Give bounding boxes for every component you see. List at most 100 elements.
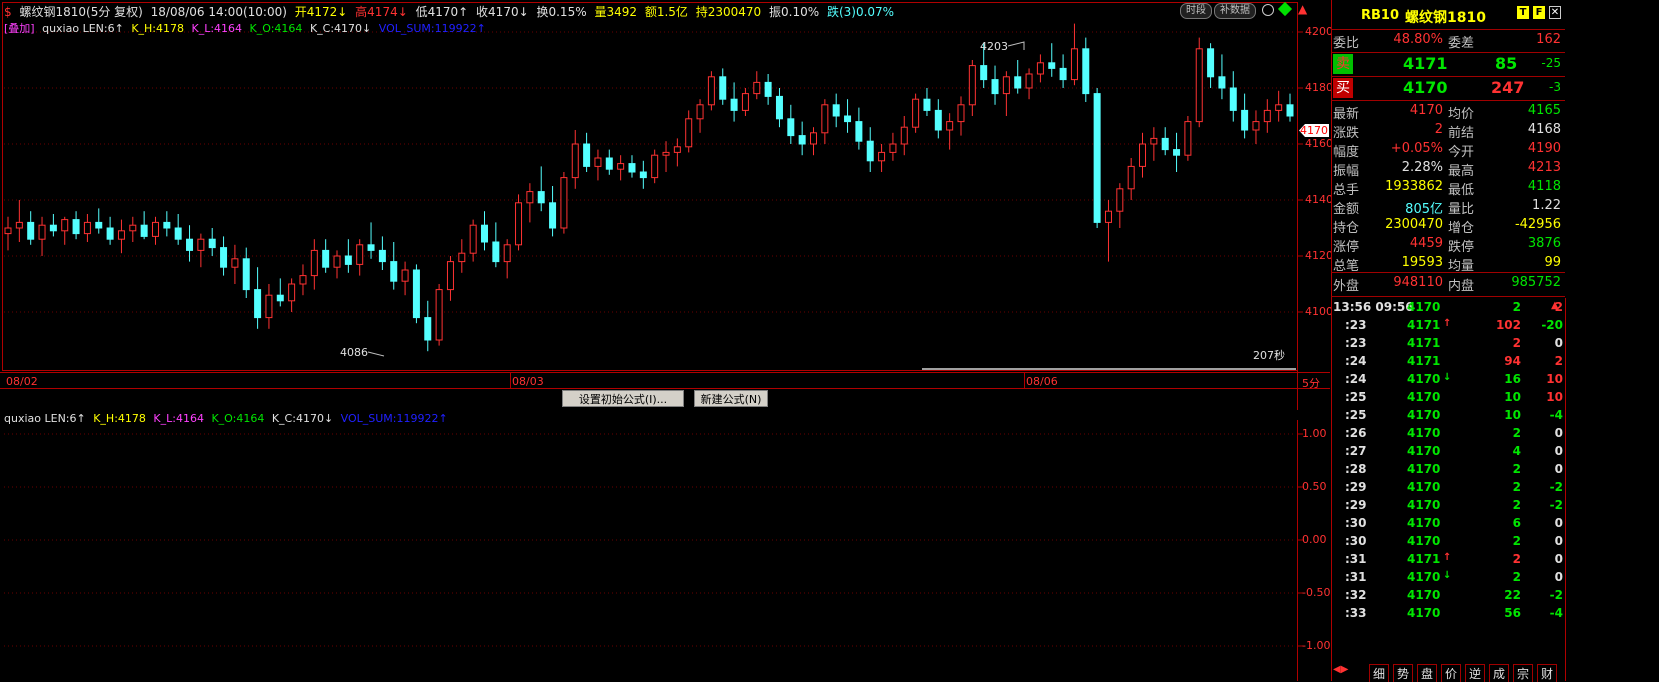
tab-scroll-arrows-icon[interactable]: ◀▶ xyxy=(1333,664,1348,675)
tick-delta: 2 xyxy=(1554,354,1563,368)
tick-delta: 0 xyxy=(1554,336,1563,350)
bar-countdown: 207秒 xyxy=(1253,349,1285,362)
candle-body xyxy=(1229,87,1237,111)
tick-delta: 0 xyxy=(1554,552,1563,566)
stat-value: 19593 xyxy=(1401,255,1443,270)
tick-row: :25 4170 10 10 xyxy=(1331,390,1565,408)
tick-time: :28 xyxy=(1345,462,1367,476)
tick-row: :30 4170 2 0 xyxy=(1331,534,1565,552)
symbol-title: 螺纹钢1810(5分 复权) xyxy=(19,5,143,19)
close-icon[interactable]: ✕ xyxy=(1549,6,1561,19)
bar-change: 跌(3)0.07% xyxy=(826,5,895,19)
init-formula-button[interactable]: 设置初始公式(I)... xyxy=(562,390,684,407)
candle-body xyxy=(412,269,420,319)
bottom-tab[interactable]: 成 xyxy=(1489,664,1510,682)
candle-body xyxy=(117,230,125,240)
t-icon[interactable]: T xyxy=(1517,6,1529,19)
new-formula-button[interactable]: 新建公式(N) xyxy=(694,390,768,407)
overlay-tag[interactable]: [叠加] xyxy=(4,22,35,35)
stat-label: 最低 xyxy=(1448,183,1475,198)
bottom-tab[interactable]: 价 xyxy=(1441,664,1462,682)
candle-body xyxy=(1070,48,1078,81)
candlestick-chart[interactable] xyxy=(0,0,1330,410)
candle-body xyxy=(651,154,659,179)
bottom-tab[interactable]: 势 xyxy=(1393,664,1414,682)
candle-body xyxy=(220,247,228,268)
tick-time: :31 xyxy=(1345,552,1367,566)
bottom-tab[interactable]: 细 xyxy=(1369,664,1390,682)
stat-value: 3876 xyxy=(1527,236,1561,251)
tick-arrow: ↑ xyxy=(1443,552,1452,563)
supplement-data-button[interactable]: 补数据 xyxy=(1214,3,1256,19)
dollar-icon: $ xyxy=(4,5,12,19)
tick-row: :23 4171 2 0 xyxy=(1331,336,1565,354)
candle-body xyxy=(140,224,148,237)
tick-volume: 2 xyxy=(1512,480,1521,494)
timeshare-button[interactable]: 时段 xyxy=(1180,3,1212,19)
stat-label: 均价 xyxy=(1448,107,1475,122)
stat-label: 跌停 xyxy=(1448,240,1475,255)
settings-gear-icon[interactable] xyxy=(1262,4,1274,16)
candle-body xyxy=(276,294,284,302)
candle-body xyxy=(662,151,670,156)
candle-body xyxy=(1139,143,1147,167)
candle-body xyxy=(1025,73,1033,89)
period-label[interactable]: 5分 xyxy=(1302,375,1320,391)
candle-body xyxy=(333,255,341,268)
candle-body xyxy=(594,157,602,167)
candle-body xyxy=(707,76,715,106)
f-icon[interactable]: F xyxy=(1533,6,1545,19)
stat-value: 1.22 xyxy=(1532,198,1561,213)
bar-low: 低4170↑ xyxy=(415,5,469,19)
arrow-up-icon[interactable]: ▲ xyxy=(1298,2,1307,16)
candle-body xyxy=(480,224,488,243)
stat-value: 2300470 xyxy=(1385,217,1443,232)
bottom-tab[interactable]: 盘 xyxy=(1417,664,1438,682)
candle-body xyxy=(186,238,194,251)
candle-body xyxy=(1173,149,1181,156)
contract-name: 螺纹钢1810 xyxy=(1405,10,1486,26)
candle-body xyxy=(1195,48,1203,123)
sub-axis-label: 0.00 xyxy=(1302,533,1327,546)
candle-body xyxy=(775,95,783,120)
bottom-tab[interactable]: 宗 xyxy=(1513,664,1534,682)
tick-delta: 10 xyxy=(1546,390,1563,404)
sell-change: -25 xyxy=(1541,56,1561,70)
candle-body xyxy=(1036,62,1044,75)
stat-value: 4168 xyxy=(1527,122,1561,137)
tick-price: 4170 xyxy=(1407,606,1441,620)
sell-row: 卖 4171 85 -25 xyxy=(1331,53,1565,75)
candle-body xyxy=(946,121,954,131)
sub-indicator-name: quxiao LEN:6↑ xyxy=(4,412,86,425)
bottom-tab[interactable]: 财 xyxy=(1537,664,1558,682)
price-axis-label: 4120 xyxy=(1305,249,1333,262)
bottom-tab[interactable]: 逆 xyxy=(1465,664,1486,682)
outer-value: 948110 xyxy=(1393,275,1443,290)
tick-volume: 10 xyxy=(1504,390,1521,404)
scroll-up-icon[interactable]: ▲ xyxy=(1551,300,1559,311)
price-axis-label: 4200 xyxy=(1305,25,1333,38)
sub-axis-label: 0.50 xyxy=(1302,480,1327,493)
indicator-subchart[interactable] xyxy=(0,420,1330,681)
candle-body xyxy=(390,261,398,282)
bar-datetime: 18/08/06 14:00(10:00) xyxy=(150,5,287,19)
candle-body xyxy=(174,227,182,240)
tick-volume: 6 xyxy=(1512,516,1521,530)
sell-price: 4171 xyxy=(1403,54,1448,73)
stat-row: 幅度 +0.05% 今开 4190 xyxy=(1331,141,1565,160)
tick-volume: 10 xyxy=(1504,408,1521,422)
candle-body xyxy=(469,224,477,254)
tick-time: 13:56 09:56 xyxy=(1333,300,1414,314)
candle-body xyxy=(1082,48,1090,95)
candle-body xyxy=(83,221,91,235)
tick-row: :32 4170 22 -2 xyxy=(1331,588,1565,606)
sell-label: 卖 xyxy=(1333,54,1353,74)
stat-value: 2 xyxy=(1434,122,1443,137)
tick-time: :32 xyxy=(1345,588,1367,602)
tick-volume: 2 xyxy=(1512,300,1521,314)
stat-value: 2.28% xyxy=(1401,160,1443,175)
candle-body xyxy=(753,81,761,95)
date-label-0802: 08/02 xyxy=(6,375,38,388)
tick-time: :25 xyxy=(1345,390,1367,404)
candle-body xyxy=(628,163,636,173)
